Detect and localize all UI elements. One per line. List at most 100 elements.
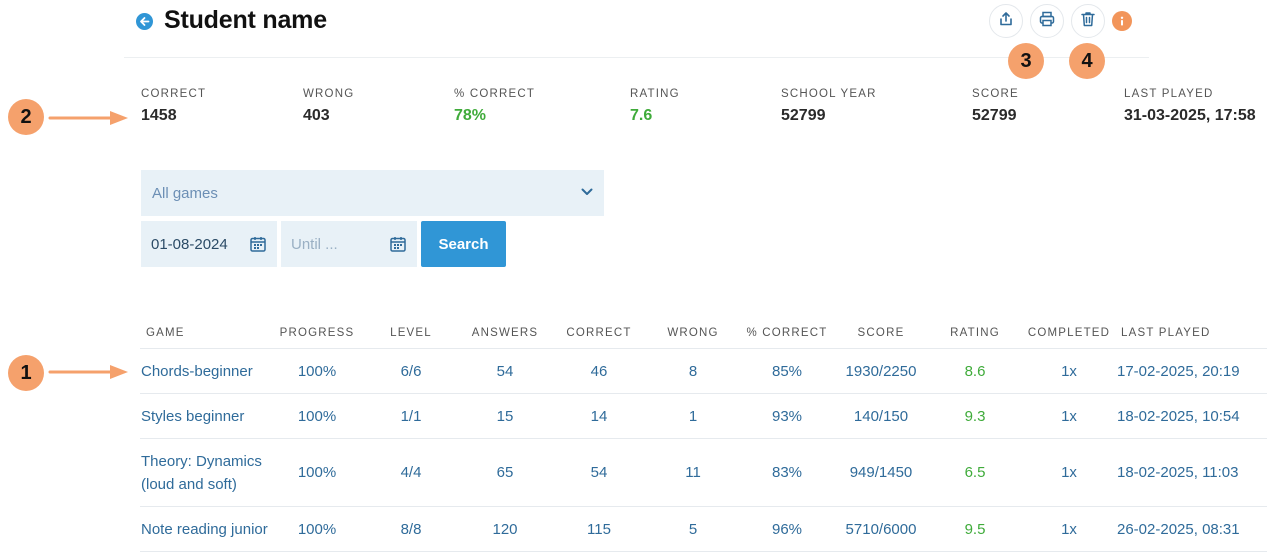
column-header-rating: RATING [950, 327, 1000, 339]
cell-percent-correct: 83% [771, 464, 803, 481]
page-title: Student name [164, 6, 327, 34]
cell-percent-correct: 96% [771, 521, 803, 538]
cell-game-line-2[interactable]: (loud and soft) [141, 476, 237, 493]
calendar-icon[interactable] [389, 235, 407, 257]
cell-completed: 1x [1061, 464, 1077, 481]
cell-score: 949/1450 [849, 464, 913, 481]
cell-progress: 100% [297, 408, 337, 425]
column-header-level: LEVEL [390, 327, 432, 339]
column-header-percent-correct: % CORRECT [746, 327, 828, 339]
stat-value: 78% [454, 107, 487, 124]
row-divider [140, 393, 1267, 394]
cell-wrong: 5 [688, 521, 698, 538]
marker-3: 3 [1008, 43, 1044, 79]
cell-rating: 9.3 [964, 408, 986, 425]
cell-rating: 9.5 [964, 521, 986, 538]
date-from-value: 01-08-2024 [151, 235, 228, 253]
cell-game[interactable]: Note reading junior [141, 521, 268, 538]
stat-value: 403 [303, 107, 330, 124]
cell-correct: 54 [590, 464, 608, 481]
trash-icon [1079, 10, 1097, 33]
share-icon [997, 10, 1015, 33]
cell-percent-correct: 85% [771, 363, 803, 380]
back-arrow-icon[interactable] [136, 13, 153, 30]
print-button[interactable] [1030, 4, 1064, 38]
column-header-completed: COMPLETED [1027, 327, 1111, 339]
cell-answers: 54 [496, 363, 514, 380]
column-header-answers: ANSWERS [471, 327, 539, 339]
cell-level: 1/1 [400, 408, 422, 425]
column-header-correct: CORRECT [566, 327, 632, 339]
cell-percent-correct: 93% [771, 408, 803, 425]
date-until-input[interactable]: Until ... [281, 221, 417, 267]
cell-game[interactable]: Chords-beginner [141, 363, 253, 380]
cell-rating: 8.6 [964, 363, 986, 380]
cell-last-played: 26-02-2025, 08:31 [1117, 521, 1240, 538]
row-divider [140, 551, 1267, 552]
stat-school-year: SCHOOL YEAR 52799 [781, 88, 877, 125]
cell-game[interactable]: Styles beginner [141, 408, 244, 425]
column-header-last-played: LAST PLAYED [1121, 327, 1211, 339]
marker-4: 4 [1069, 43, 1105, 79]
cell-wrong: 1 [688, 408, 698, 425]
stat-correct: CORRECT 1458 [141, 88, 206, 125]
cell-wrong: 8 [688, 363, 698, 380]
page-header: Student name [124, 0, 1149, 58]
info-icon[interactable] [1112, 11, 1132, 31]
cell-score: 140/150 [853, 408, 909, 425]
cell-level: 6/6 [400, 363, 422, 380]
stat-label: WRONG [303, 88, 355, 100]
share-button[interactable] [989, 4, 1023, 38]
stat-value: 52799 [972, 107, 1017, 124]
stat-label: CORRECT [141, 88, 207, 100]
cell-level: 8/8 [400, 521, 422, 538]
game-select-value: All games [152, 184, 218, 202]
stat-value: 52799 [781, 107, 826, 124]
cell-answers: 120 [492, 521, 518, 538]
date-from-input[interactable]: 01-08-2024 [141, 221, 277, 267]
arrow-to-stats [48, 111, 128, 125]
cell-game-line-1[interactable]: Theory: Dynamics [141, 453, 262, 470]
stat-label: SCORE [972, 88, 1019, 100]
date-until-placeholder: Until ... [291, 235, 338, 253]
cell-answers: 15 [496, 408, 514, 425]
cell-progress: 100% [297, 521, 337, 538]
stat-label: RATING [630, 88, 680, 100]
cell-wrong: 11 [685, 464, 701, 481]
cell-last-played: 18-02-2025, 10:54 [1117, 408, 1240, 425]
column-header-score: SCORE [857, 327, 905, 339]
cell-completed: 1x [1061, 363, 1077, 380]
stat-wrong: WRONG 403 [303, 88, 354, 125]
marker-1: 1 [8, 355, 44, 391]
game-select[interactable]: All games [141, 170, 604, 216]
search-button[interactable]: Search [421, 221, 506, 267]
column-header-wrong: WRONG [667, 327, 719, 339]
printer-icon [1038, 10, 1056, 33]
cell-rating: 6.5 [964, 464, 986, 481]
chevron-down-icon [580, 185, 594, 203]
cell-score: 1930/2250 [845, 363, 917, 380]
cell-completed: 1x [1061, 521, 1077, 538]
arrow-to-table-row [48, 365, 128, 379]
stat-score: SCORE 52799 [972, 88, 1019, 125]
calendar-icon[interactable] [249, 235, 267, 257]
cell-last-played: 18-02-2025, 11:03 [1117, 464, 1239, 481]
stat-value: 1458 [141, 107, 177, 124]
stat-value: 7.6 [630, 107, 653, 124]
stat-label: SCHOOL YEAR [781, 88, 877, 100]
row-divider [140, 506, 1267, 507]
column-header-progress: PROGRESS [279, 327, 355, 339]
delete-button[interactable] [1071, 4, 1105, 38]
cell-answers: 65 [496, 464, 514, 481]
cell-correct: 115 [587, 521, 611, 538]
stat-last-played: LAST PLAYED 31-03-2025, 17:58 [1124, 88, 1256, 125]
stat-value: 31-03-2025, 17:58 [1124, 107, 1256, 124]
stat-rating: RATING 7.6 [630, 88, 680, 125]
cell-correct: 46 [590, 363, 608, 380]
cell-correct: 14 [590, 408, 608, 425]
cell-last-played: 17-02-2025, 20:19 [1117, 363, 1240, 380]
row-divider [140, 348, 1267, 349]
stat-percent-correct: % CORRECT 78% [454, 88, 535, 125]
marker-2: 2 [8, 99, 44, 135]
cell-progress: 100% [297, 464, 337, 481]
